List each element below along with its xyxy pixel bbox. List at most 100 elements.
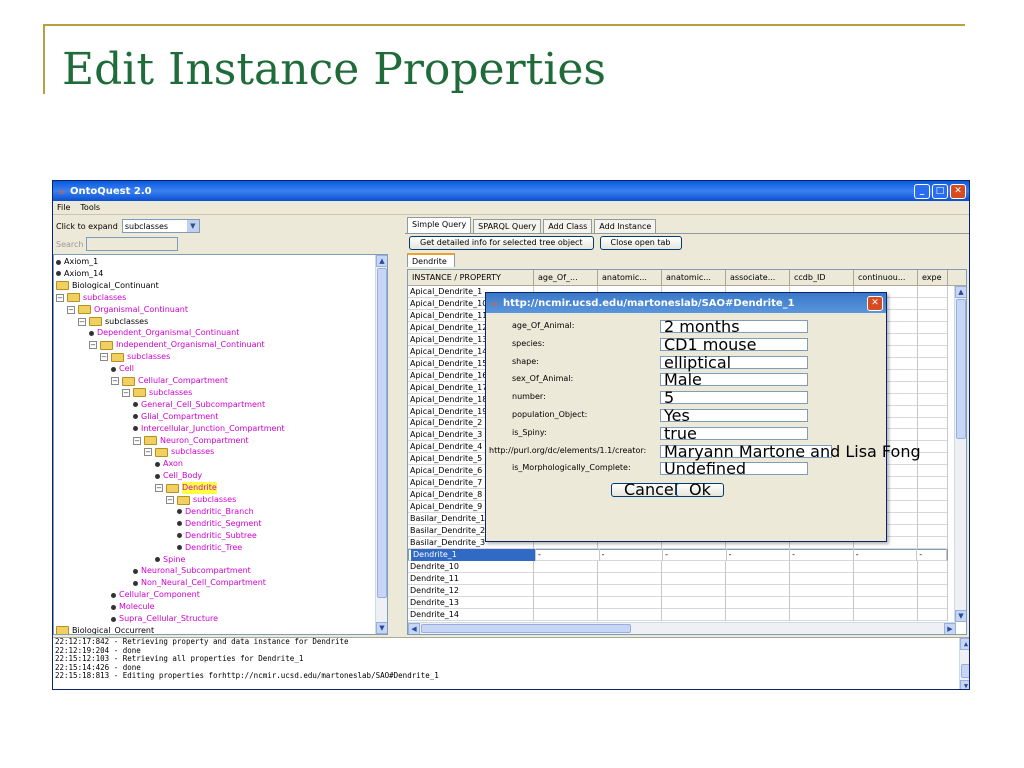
collapse-toggle-icon[interactable]: −	[133, 436, 141, 445]
property-value-field[interactable]: 5	[660, 390, 808, 406]
column-header[interactable]: INSTANCE / PROPERTY	[408, 270, 534, 286]
expand-select[interactable]: subclasses ▼	[121, 219, 200, 233]
tree-node[interactable]: General_Cell_Subcompartment	[133, 399, 265, 411]
tree-node[interactable]: Cellular_Component	[111, 589, 200, 601]
table-row[interactable]: Dendrite_13	[408, 596, 948, 609]
tree-node[interactable]: Glial_Compartment	[133, 411, 218, 423]
collapse-toggle-icon[interactable]: −	[100, 353, 108, 362]
column-header[interactable]: anatomic...	[662, 270, 726, 286]
property-value-field[interactable]: elliptical	[660, 354, 808, 370]
table-row[interactable]: Dendrite_1- - - - - - -	[408, 548, 948, 561]
scroll-thumb[interactable]	[377, 268, 387, 598]
chevron-down-icon[interactable]: ▼	[186, 220, 199, 232]
tab-sparql-query[interactable]: SPARQL Query	[473, 219, 542, 233]
tree-scrollbar[interactable]: ▲ ▼	[375, 255, 387, 634]
collapse-toggle-icon[interactable]: −	[155, 484, 163, 493]
tree-node[interactable]: Biological_Occurrent	[56, 625, 154, 634]
tree-node[interactable]: − subclasses	[100, 351, 170, 363]
column-header[interactable]: age_Of_...	[534, 270, 598, 286]
tree-node[interactable]: − subclasses	[144, 446, 214, 458]
scroll-left-icon[interactable]: ◀	[408, 623, 420, 634]
scroll-thumb[interactable]	[956, 299, 966, 439]
table-hscrollbar[interactable]: ◀ ▶	[408, 622, 956, 634]
log-scrollbar[interactable]: ▲ ▼	[959, 638, 969, 689]
collapse-toggle-icon[interactable]: −	[78, 317, 86, 326]
tree-node[interactable]: − Cellular_Compartment	[111, 375, 228, 387]
menu-file[interactable]: File	[57, 203, 70, 212]
collapse-toggle-icon[interactable]: −	[144, 448, 152, 457]
collapse-toggle-icon[interactable]: −	[166, 496, 174, 504]
table-row[interactable]: Dendrite_14	[408, 608, 948, 621]
scroll-up-icon[interactable]: ▲	[955, 286, 966, 298]
tree-node[interactable]: Spine	[155, 554, 185, 566]
tree-node[interactable]: Molecule	[111, 601, 155, 613]
scroll-down-icon[interactable]: ▼	[960, 680, 969, 689]
menu-tools[interactable]: Tools	[80, 203, 100, 212]
tree-node[interactable]: Non_Neural_Cell_Compartment	[133, 577, 266, 589]
tab-add-class[interactable]: Add Class	[543, 219, 593, 233]
tree-node[interactable]: Neuronal_Subcompartment	[133, 565, 251, 577]
tree-node[interactable]: Dendritic_Tree	[177, 542, 242, 554]
tree-node[interactable]: Axiom_1	[56, 256, 98, 268]
tree-node[interactable]: Dependent_Organismal_Continuant	[89, 327, 239, 339]
collapse-toggle-icon[interactable]: −	[67, 305, 75, 314]
tree-node[interactable]: Intercellular_Junction_Compartment	[133, 423, 285, 435]
column-header[interactable]: anatomic...	[598, 270, 662, 286]
table-row[interactable]: Dendrite_11	[408, 572, 948, 585]
column-header[interactable]: continuou...	[854, 270, 918, 286]
column-header[interactable]: ccdb_ID	[790, 270, 854, 286]
tree-node[interactable]: Cell_Body	[155, 470, 202, 482]
property-value-field[interactable]: true	[660, 425, 808, 441]
tree-node[interactable]: − subclasses	[78, 316, 148, 328]
table-row[interactable]: Dendrite_10	[408, 560, 948, 573]
tree-node[interactable]: − subclasses	[56, 292, 126, 304]
property-value-field[interactable]: Yes	[660, 408, 808, 424]
property-cell	[534, 572, 598, 585]
search-input[interactable]	[86, 237, 179, 251]
tree-node[interactable]: − Organismal_Continuant	[67, 304, 188, 316]
scroll-down-icon[interactable]: ▼	[955, 610, 966, 622]
property-value-field[interactable]: Undefined	[660, 461, 808, 477]
tree-node[interactable]: − Independent_Organismal_Continuant	[89, 339, 265, 351]
scroll-thumb[interactable]	[961, 664, 969, 678]
scroll-up-icon[interactable]: ▲	[960, 638, 969, 650]
scroll-up-icon[interactable]: ▲	[376, 255, 387, 267]
scroll-right-icon[interactable]: ▶	[944, 623, 956, 634]
tree-node[interactable]: − subclasses	[122, 387, 192, 399]
tree-node[interactable]: Cell	[111, 363, 134, 375]
dialog-close-button[interactable]: ✕	[867, 295, 883, 311]
tree-node[interactable]: Supra_Cellular_Structure	[111, 613, 218, 625]
tree-node[interactable]: − subclasses	[166, 494, 236, 506]
tree-node[interactable]: Dendritic_Branch	[177, 506, 254, 518]
property-value-field[interactable]: 2 months	[660, 319, 808, 335]
property-value-field[interactable]: Maryann Martone and Lisa Fong	[660, 443, 921, 459]
tree-node[interactable]: − Dendrite	[155, 482, 217, 495]
table-scrollbar[interactable]: ▲ ▼	[954, 286, 966, 622]
property-value-field[interactable]: Male	[660, 372, 808, 388]
minimize-button[interactable]: _	[914, 183, 930, 199]
tree-node[interactable]: Biological_Continuant	[56, 280, 159, 292]
tab-add-instance[interactable]: Add Instance	[594, 219, 657, 233]
tree-node[interactable]: − Neuron_Compartment	[133, 435, 249, 447]
hscroll-thumb[interactable]	[421, 624, 631, 633]
tree-node[interactable]: Axon	[155, 458, 183, 470]
collapse-toggle-icon[interactable]: −	[56, 293, 64, 302]
maximize-button[interactable]: □	[932, 183, 948, 199]
collapse-toggle-icon[interactable]: −	[111, 377, 119, 385]
collapse-toggle-icon[interactable]: −	[89, 341, 97, 350]
property-value-field[interactable]: CD1 mouse	[660, 336, 808, 352]
tab-simple-query[interactable]: Simple Query	[407, 217, 472, 233]
column-header[interactable]: expe	[918, 270, 948, 286]
tab-dendrite[interactable]: Dendrite	[407, 253, 455, 267]
get-info-button[interactable]: Get detailed info for selected tree obje…	[409, 235, 594, 250]
tree-node[interactable]: Dendritic_Subtree	[177, 530, 257, 542]
tree-node[interactable]: Dendritic_Segment	[177, 518, 262, 530]
scroll-down-icon[interactable]: ▼	[376, 622, 387, 634]
close-button[interactable]: ✕	[950, 183, 966, 199]
table-row[interactable]: Dendrite_12	[408, 584, 948, 597]
close-tab-button[interactable]: Close open tab	[599, 235, 682, 250]
tree-node[interactable]: Axiom_14	[56, 268, 103, 280]
column-header[interactable]: associate...	[726, 270, 790, 286]
ok-button[interactable]: Ok	[676, 482, 724, 498]
collapse-toggle-icon[interactable]: −	[122, 388, 130, 397]
